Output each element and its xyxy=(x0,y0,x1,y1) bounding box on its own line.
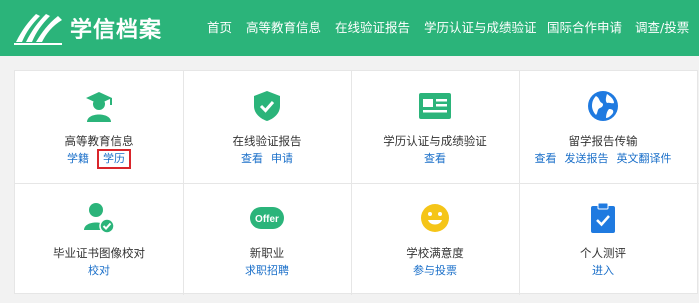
clipboard-check-icon xyxy=(586,201,620,235)
nav-online-verification[interactable]: 在线验证报告 xyxy=(335,20,410,36)
tile-higher-education: 高等教育信息 学籍 学历 xyxy=(15,71,183,183)
link-english-translation[interactable]: 英文翻译件 xyxy=(617,152,672,166)
tile-title: 毕业证书图像校对 xyxy=(53,246,145,260)
tile-personal-assessment: 个人测评 进入 xyxy=(519,183,687,295)
tile-title: 个人测评 xyxy=(580,246,626,260)
tile-new-career: Offer 新职业 求职招聘 xyxy=(183,183,351,295)
tile-title: 学校满意度 xyxy=(406,246,464,260)
nav-survey-vote[interactable]: 调查/投票 xyxy=(635,20,689,36)
globe-icon xyxy=(586,89,620,123)
id-card-icon xyxy=(418,89,452,123)
offer-badge-text: Offer xyxy=(255,214,279,225)
tile-certificate-image-check: 毕业证书图像校对 校对 xyxy=(15,183,183,295)
tile-links: 进入 xyxy=(519,264,687,278)
tile-links: 查看 xyxy=(351,152,519,166)
graduate-icon xyxy=(82,89,116,123)
site-logo[interactable]: 学信档案 xyxy=(14,10,162,46)
link-view[interactable]: 查看 xyxy=(424,152,446,166)
nav-home[interactable]: 首页 xyxy=(207,20,232,36)
tile-school-satisfaction: 学校满意度 参与投票 xyxy=(351,183,519,295)
link-send-report[interactable]: 发送报告 xyxy=(565,152,609,166)
user-check-icon xyxy=(82,201,116,235)
tile-title: 在线验证报告 xyxy=(232,134,302,148)
link-enter[interactable]: 进入 xyxy=(592,264,614,278)
tile-links: 查看 发送报告 英文翻译件 xyxy=(519,152,687,166)
tile-links: 求职招聘 xyxy=(183,264,351,278)
nav-higher-education[interactable]: 高等教育信息 xyxy=(246,20,321,36)
tile-degree-certification: 学历认证与成绩验证 查看 xyxy=(351,71,519,183)
logo-text: 学信档案 xyxy=(70,18,163,43)
link-view[interactable]: 查看 xyxy=(241,152,263,166)
tile-links: 查看 申请 xyxy=(183,152,351,166)
link-proofread[interactable]: 校对 xyxy=(88,264,110,278)
top-header: 学信档案 首页 高等教育信息 在线验证报告 学历认证与成绩验证 国际合作申请 调… xyxy=(0,0,699,56)
nav-degree-certification[interactable]: 学历认证与成绩验证 xyxy=(424,20,537,36)
link-apply[interactable]: 申请 xyxy=(271,152,293,166)
book-logo-icon xyxy=(14,14,62,45)
tile-study-abroad-report: 留学报告传输 查看 发送报告 英文翻译件 xyxy=(519,71,687,183)
tile-title: 留学报告传输 xyxy=(568,134,638,148)
tile-links: 校对 xyxy=(15,264,183,278)
nav-international-cooperation[interactable]: 国际合作申请 xyxy=(547,20,622,36)
link-vote[interactable]: 参与投票 xyxy=(413,264,457,278)
offer-badge-icon: Offer xyxy=(250,201,284,235)
link-student-status[interactable]: 学籍 xyxy=(67,152,89,169)
tile-title: 新职业 xyxy=(249,246,285,260)
link-view[interactable]: 查看 xyxy=(535,152,557,166)
shield-check-icon xyxy=(250,89,284,123)
smiley-icon xyxy=(418,201,452,235)
tile-title: 学历认证与成绩验证 xyxy=(383,134,487,148)
tile-links: 参与投票 xyxy=(351,264,519,278)
tile-online-verification: 在线验证报告 查看 申请 xyxy=(183,71,351,183)
tile-links: 学籍 学历 xyxy=(15,149,183,169)
tile-title: 高等教育信息 xyxy=(64,134,134,148)
link-degree[interactable]: 学历 xyxy=(97,149,131,169)
service-grid: 高等教育信息 学籍 学历 在线验证报告 查看 申请 学历认证与成绩验证 查看 留… xyxy=(14,70,699,295)
link-job-search[interactable]: 求职招聘 xyxy=(245,264,289,278)
